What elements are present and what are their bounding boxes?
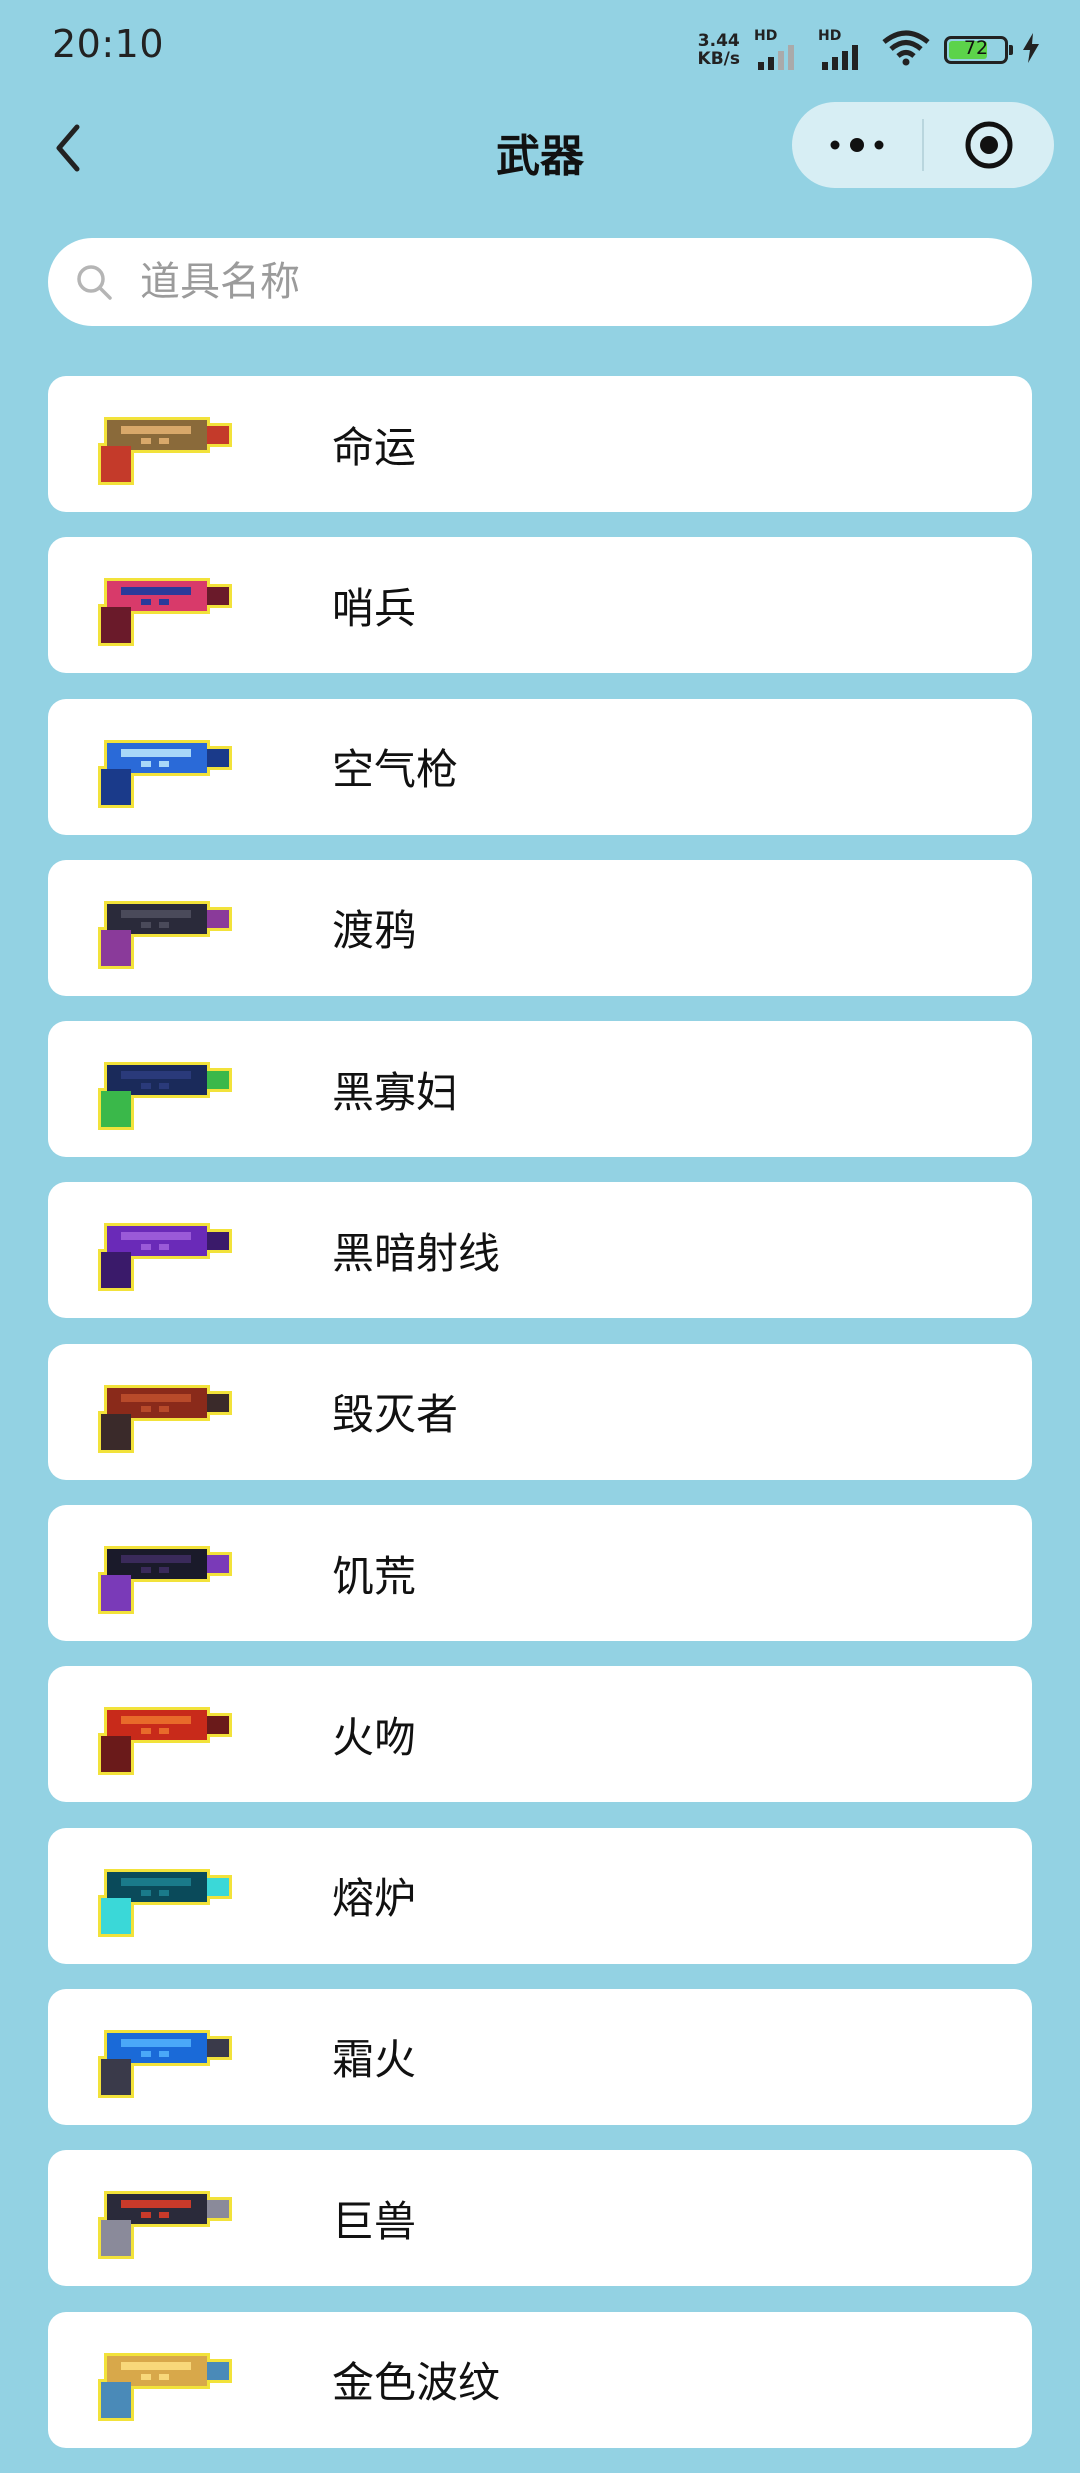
weapon-list-item[interactable]: 黑暗射线	[48, 1182, 1032, 1319]
fire-kiss-gun-icon	[72, 1684, 252, 1784]
weapon-name: 熔炉	[332, 1874, 417, 1924]
weapon-list-item[interactable]: 火吻	[48, 1666, 1032, 1803]
weapon-name: 巨兽	[332, 2196, 417, 2246]
status-bar: 20:10 3.44 KB/s HD HD 72	[0, 0, 1080, 96]
search-icon	[68, 256, 120, 308]
weapon-list-item[interactable]: 黑寡妇	[48, 1021, 1032, 1158]
search-bar	[48, 238, 1032, 326]
weapon-name: 空气枪	[332, 745, 459, 795]
weapon-name: 渡鸦	[332, 906, 417, 956]
furnace-gun-icon	[72, 1846, 252, 1946]
signal-sim2-icon: HD	[818, 28, 868, 70]
weapon-name: 饥荒	[332, 1551, 417, 1601]
weapon-name: 毁灭者	[332, 1390, 459, 1440]
weapon-list-item[interactable]: 巨兽	[48, 2150, 1032, 2287]
charging-icon	[1022, 33, 1040, 67]
weapon-list-item[interactable]: 金色波纹	[48, 2311, 1032, 2448]
weapon-list-item[interactable]: 毁灭者	[48, 1343, 1032, 1480]
sim2-hd-label: HD	[818, 28, 842, 44]
weapon-name: 哨兵	[332, 583, 417, 633]
sentinel-gun-icon	[72, 555, 252, 655]
weapon-name: 霜火	[332, 2035, 417, 2085]
weapon-list-item[interactable]: 饥荒	[48, 1505, 1032, 1642]
network-speed: 3.44 KB/s	[698, 32, 740, 68]
destroyer-gun-icon	[72, 1362, 252, 1462]
dark-ray-gun-icon	[72, 1200, 252, 1300]
air-gun-icon	[72, 717, 252, 817]
weapon-list-item[interactable]: 霜火	[48, 1988, 1032, 2125]
battery-icon: 72	[944, 36, 1013, 64]
search-input[interactable]	[138, 258, 962, 306]
weapon-name: 黑寡妇	[332, 1067, 459, 1117]
weapon-list: 命运哨兵空气枪渡鸦黑寡妇黑暗射线毁灭者饥荒火吻熔炉霜火巨兽金色波纹	[48, 376, 1032, 2473]
status-time: 20:10	[52, 22, 165, 66]
battery-level: 72	[963, 37, 989, 59]
weapon-list-item[interactable]: 熔炉	[48, 1827, 1032, 1964]
behemoth-gun-icon	[72, 2168, 252, 2268]
more-button[interactable]	[792, 102, 922, 188]
weapon-list-item[interactable]: 渡鸦	[48, 859, 1032, 996]
target-circle-icon	[965, 121, 1013, 169]
weapon-list-item[interactable]: 空气枪	[48, 698, 1032, 835]
weapon-list-item[interactable]: 命运	[48, 376, 1032, 512]
weapon-name: 黑暗射线	[332, 1228, 501, 1278]
mini-program-capsule	[792, 102, 1054, 188]
frostfire-gun-icon	[72, 2007, 252, 2107]
network-speed-value: 3.44	[697, 31, 740, 51]
close-miniprogram-button[interactable]	[924, 102, 1054, 188]
raven-gun-icon	[72, 878, 252, 978]
weapon-name: 火吻	[332, 1712, 417, 1762]
famine-gun-icon	[72, 1523, 252, 1623]
black-widow-gun-icon	[72, 1039, 252, 1139]
wifi-icon	[882, 30, 930, 70]
sim1-hd-label: HD	[754, 28, 778, 44]
signal-sim1-icon: HD	[754, 28, 804, 70]
destiny-gun-icon	[72, 394, 252, 494]
golden-ripple-gun-icon	[72, 2330, 252, 2430]
weapon-name: 金色波纹	[332, 2358, 501, 2408]
weapon-name: 命运	[332, 422, 417, 472]
network-speed-unit: KB/s	[697, 49, 740, 69]
status-indicators: 3.44 KB/s HD HD 72	[698, 28, 1040, 72]
nav-bar: 武器	[0, 96, 1080, 200]
weapon-list-item[interactable]: 哨兵	[48, 537, 1032, 674]
more-dots-icon	[830, 138, 884, 152]
